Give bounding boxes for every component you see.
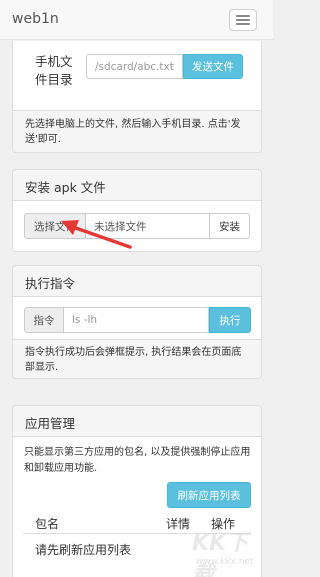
brand[interactable]: web1n	[12, 11, 59, 27]
column-header-package: 包名	[35, 517, 60, 531]
send-file-panel: 手机文件目录 /sdcard/abc.txt 发送文件 先选择电脑上的文件, 然…	[12, 41, 262, 153]
phone-dir-input[interactable]: /sdcard/abc.txt	[86, 54, 183, 79]
hamburger-icon	[236, 15, 250, 17]
watermark: KK下载 www.kkx.net	[186, 525, 266, 577]
phone-dir-label: 手机文件目录	[35, 54, 73, 87]
install-button[interactable]: 安装	[210, 213, 250, 239]
command-group: 指令 ls -lh 执行	[24, 307, 251, 333]
send-file-button[interactable]: 发送文件	[183, 54, 243, 79]
empty-list-text: 请先刷新应用列表	[35, 543, 132, 557]
refresh-apps-button[interactable]: 刷新应用列表	[167, 482, 251, 508]
annotation-arrow-icon	[61, 220, 132, 249]
menu-toggle-button[interactable]	[229, 9, 257, 31]
command-panel: 执行指令 指令 ls -lh 执行 指令执行成功后会弹框提示, 执行结果会在页面…	[12, 265, 262, 379]
watermark-url: www.kkx.net	[196, 557, 254, 567]
watermark-logo: KK下载	[192, 531, 249, 577]
apk-panel: 安装 apk 文件 选择文件 未选择文件 安装	[12, 169, 262, 252]
command-input[interactable]: ls -lh	[64, 307, 209, 333]
command-panel-title: 执行指令	[13, 266, 261, 297]
apk-panel-title: 安装 apk 文件	[13, 170, 261, 201]
navbar: web1n	[0, 0, 273, 40]
app-panel-title: 应用管理	[13, 406, 261, 437]
send-help-text: 先选择电脑上的文件, 然后输入手机目录. 点击'发送'即可.	[13, 110, 261, 152]
command-help-text: 指令执行成功后会弹框提示, 执行结果会在页面底部显示.	[13, 339, 261, 378]
app-panel-description: 只能显示第三方应用的包名, 以及提供强制停止应用和卸载应用功能.	[24, 447, 251, 474]
execute-button[interactable]: 执行	[209, 307, 251, 333]
command-label: 指令	[24, 307, 64, 333]
